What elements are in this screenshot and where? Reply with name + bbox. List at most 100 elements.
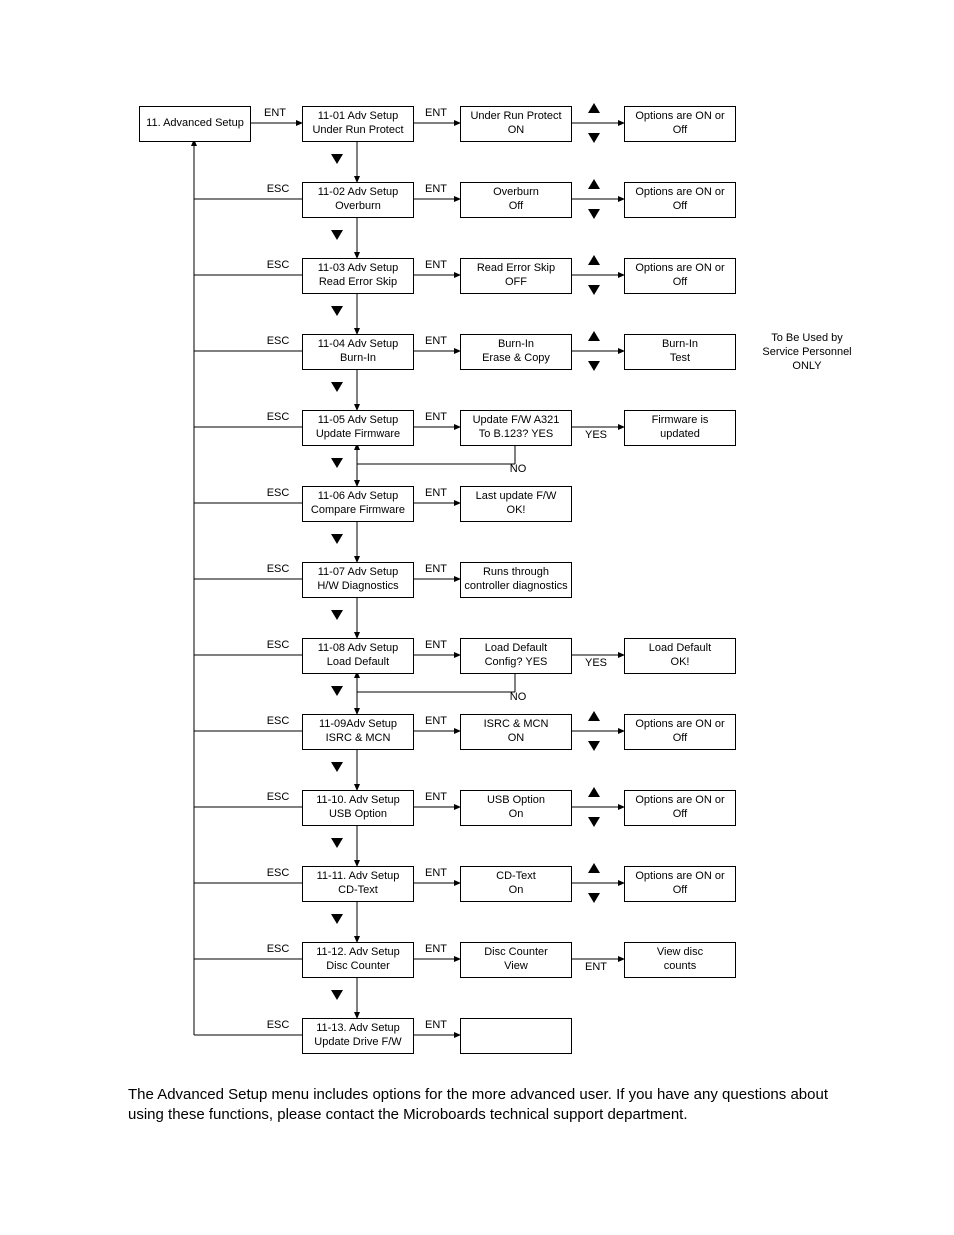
up-icon-3 bbox=[588, 331, 600, 341]
mid-label-7: YES bbox=[576, 657, 616, 671]
state-line1: Disc Counter bbox=[484, 946, 548, 960]
down-nav-icon-9 bbox=[331, 838, 343, 848]
esc-label-4: ESC bbox=[258, 411, 298, 425]
result-box-2: Options are ON orOff bbox=[624, 258, 736, 294]
menu-line2: H/W Diagnostics bbox=[317, 580, 398, 594]
esc-label-8: ESC bbox=[258, 715, 298, 729]
result-box-0: Options are ON orOff bbox=[624, 106, 736, 142]
result-line1: Burn-In bbox=[662, 338, 698, 352]
menu-line1: 11-12. Adv Setup bbox=[316, 946, 400, 960]
esc-label-10: ESC bbox=[258, 867, 298, 881]
down-icon-8 bbox=[588, 741, 600, 751]
state-line2: View bbox=[504, 960, 528, 974]
state-box-6: Runs throughcontroller diagnostics bbox=[460, 562, 572, 598]
menu-line2: USB Option bbox=[329, 808, 387, 822]
down-nav-icon-8 bbox=[331, 762, 343, 772]
menu-line2: Overburn bbox=[335, 200, 381, 214]
down-icon-3 bbox=[588, 361, 600, 371]
mid-label-11: ENT bbox=[576, 961, 616, 975]
mid-label-4: YES bbox=[576, 429, 616, 443]
up-icon-8 bbox=[588, 711, 600, 721]
paragraph-text: The Advanced Setup menu includes options… bbox=[128, 1086, 828, 1123]
menu-line1: 11-08 Adv Setup bbox=[318, 642, 399, 656]
state-line1: Under Run Protect bbox=[470, 110, 561, 124]
root-box: 11. Advanced Setup bbox=[139, 106, 251, 142]
ent-label-10: ENT bbox=[416, 867, 456, 881]
state-line2: ON bbox=[508, 124, 525, 138]
ent-label-6: ENT bbox=[416, 563, 456, 577]
menu-box-6: 11-07 Adv SetupH/W Diagnostics bbox=[302, 562, 414, 598]
result-line1: Firmware is bbox=[652, 414, 709, 428]
esc-label-5: ESC bbox=[258, 487, 298, 501]
ent-label-0: ENT bbox=[416, 107, 456, 121]
menu-line1: 11-06 Adv Setup bbox=[318, 490, 399, 504]
menu-line2: Update Drive F/W bbox=[314, 1036, 401, 1050]
up-icon-9 bbox=[588, 787, 600, 797]
result-box-1: Options are ON orOff bbox=[624, 182, 736, 218]
up-icon-0 bbox=[588, 103, 600, 113]
state-line2: On bbox=[509, 884, 524, 898]
up-icon-2 bbox=[588, 255, 600, 265]
menu-line2: CD-Text bbox=[338, 884, 378, 898]
state-line2: Off bbox=[509, 200, 523, 214]
esc-label-7: ESC bbox=[258, 639, 298, 653]
down-icon-2 bbox=[588, 285, 600, 295]
menu-line2: Read Error Skip bbox=[319, 276, 397, 290]
state-line2: Erase & Copy bbox=[482, 352, 550, 366]
menu-box-2: 11-03 Adv SetupRead Error Skip bbox=[302, 258, 414, 294]
state-line1: CD-Text bbox=[496, 870, 536, 884]
down-nav-icon-11 bbox=[331, 990, 343, 1000]
result-line1: Options are ON or bbox=[635, 186, 724, 200]
esc-label-2: ESC bbox=[258, 259, 298, 273]
down-icon-0 bbox=[588, 133, 600, 143]
ent-label-7: ENT bbox=[416, 639, 456, 653]
menu-box-7: 11-08 Adv SetupLoad Default bbox=[302, 638, 414, 674]
state-line1: Update F/W A321 bbox=[473, 414, 560, 428]
menu-line1: 11-11. Adv Setup bbox=[317, 870, 400, 884]
note-3: To Be Used byService PersonnelONLY bbox=[752, 332, 862, 376]
menu-box-12: 11-13. Adv SetupUpdate Drive F/W bbox=[302, 1018, 414, 1054]
menu-line1: 11-04 Adv Setup bbox=[318, 338, 399, 352]
menu-box-3: 11-04 Adv SetupBurn-In bbox=[302, 334, 414, 370]
menu-line1: 11-09Adv Setup bbox=[319, 718, 397, 732]
menu-line1: 11-05 Adv Setup bbox=[318, 414, 399, 428]
state-box-1: OverburnOff bbox=[460, 182, 572, 218]
down-nav-icon-6 bbox=[331, 610, 343, 620]
menu-line2: Load Default bbox=[327, 656, 389, 670]
menu-line1: 11-03 Adv Setup bbox=[318, 262, 399, 276]
state-line1: Burn-In bbox=[498, 338, 534, 352]
menu-line2: Under Run Protect bbox=[312, 124, 403, 138]
down-nav-icon-3 bbox=[331, 382, 343, 392]
menu-line1: 11-07 Adv Setup bbox=[318, 566, 399, 580]
result-line1: Options are ON or bbox=[635, 718, 724, 732]
esc-label-11: ESC bbox=[258, 943, 298, 957]
state-box-9: USB OptionOn bbox=[460, 790, 572, 826]
state-line2: OFF bbox=[505, 276, 527, 290]
result-line1: Options are ON or bbox=[635, 794, 724, 808]
result-line2: Off bbox=[673, 732, 687, 746]
state-box-2: Read Error SkipOFF bbox=[460, 258, 572, 294]
esc-label-3: ESC bbox=[258, 335, 298, 349]
up-icon-10 bbox=[588, 863, 600, 873]
menu-box-1: 11-02 Adv SetupOverburn bbox=[302, 182, 414, 218]
result-box-9: Options are ON orOff bbox=[624, 790, 736, 826]
down-nav-icon-10 bbox=[331, 914, 343, 924]
ent-label-12: ENT bbox=[416, 1019, 456, 1033]
state-box-8: ISRC & MCNON bbox=[460, 714, 572, 750]
ent-label-9: ENT bbox=[416, 791, 456, 805]
state-line2: OK! bbox=[507, 504, 526, 518]
state-line1: ISRC & MCN bbox=[484, 718, 549, 732]
menu-box-8: 11-09Adv SetupISRC & MCN bbox=[302, 714, 414, 750]
result-line2: Test bbox=[670, 352, 690, 366]
result-box-7: Load DefaultOK! bbox=[624, 638, 736, 674]
state-line1: Read Error Skip bbox=[477, 262, 555, 276]
state-box-7: Load DefaultConfig? YES bbox=[460, 638, 572, 674]
state-box-5: Last update F/WOK! bbox=[460, 486, 572, 522]
result-line2: Off bbox=[673, 200, 687, 214]
result-line1: View disc bbox=[657, 946, 703, 960]
ent-label-root: ENT bbox=[255, 107, 295, 121]
state-line1: USB Option bbox=[487, 794, 545, 808]
result-line2: Off bbox=[673, 124, 687, 138]
ent-label-11: ENT bbox=[416, 943, 456, 957]
down-icon-9 bbox=[588, 817, 600, 827]
